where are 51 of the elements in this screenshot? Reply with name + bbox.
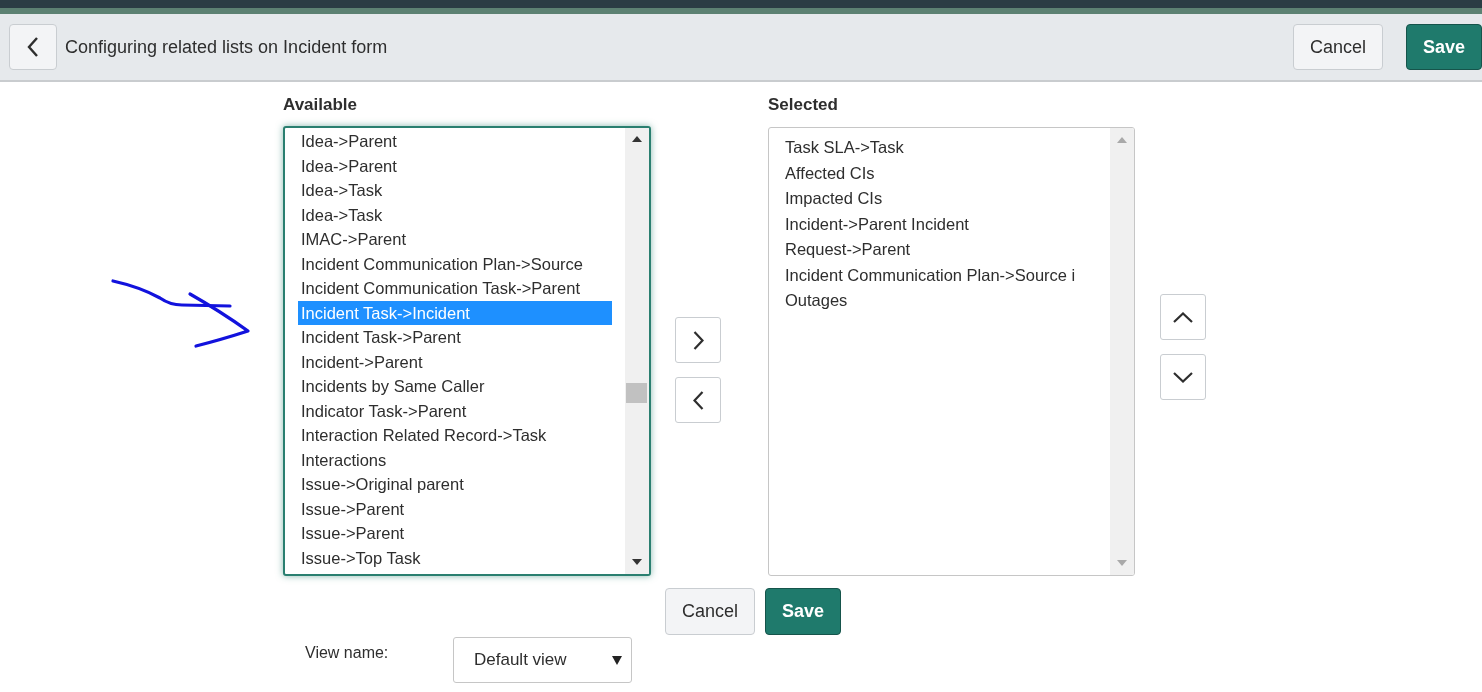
list-option[interactable]: Incident->Parent (298, 349, 612, 374)
chevron-left-icon (692, 390, 704, 410)
dropdown-caret-icon (612, 655, 622, 665)
list-option[interactable]: Request->Parent (782, 237, 1108, 263)
selected-label: Selected (768, 94, 839, 116)
save-button[interactable]: Save (765, 588, 842, 635)
list-option[interactable]: Incident Communication Task->Parent (298, 276, 612, 301)
list-option[interactable]: Idea->Task (298, 202, 612, 227)
chevron-left-icon (27, 37, 39, 57)
list-option[interactable]: Affected CIs (782, 160, 1108, 186)
list-option[interactable]: IMAC->Parent (298, 227, 612, 252)
cancel-button[interactable]: Cancel (665, 588, 756, 635)
move-down-button[interactable] (1160, 354, 1206, 400)
view-select[interactable]: Default view (453, 637, 632, 683)
list-option[interactable]: Task SLA->Task (782, 135, 1108, 161)
list-option[interactable]: Incident Task->Parent (298, 325, 612, 350)
list-option[interactable]: Impacted CIs (782, 186, 1108, 212)
scrollbar-thumb[interactable] (626, 383, 647, 403)
list-option[interactable]: Idea->Parent (298, 129, 612, 154)
remove-button[interactable] (675, 377, 721, 423)
list-option[interactable]: Issue->Original parent (298, 472, 612, 497)
list-option[interactable]: Idea->Task (298, 178, 612, 203)
selected-listbox[interactable]: Task SLA->Task Affected CIs Impacted CIs Incident->Parent Incident Request->Parent Incident Communication Plan->Source i Outages (768, 127, 1135, 576)
scroll-up-icon[interactable] (632, 136, 642, 142)
save-button[interactable]: Save (1405, 24, 1482, 70)
scrollbar[interactable] (625, 128, 649, 574)
list-option[interactable]: Indicator Task->Parent (298, 398, 612, 423)
move-up-button[interactable] (1160, 294, 1206, 340)
scroll-down-icon[interactable] (632, 559, 642, 565)
page-title: Configuring related lists on Incident form (65, 35, 388, 59)
list-option[interactable]: Incident->Parent Incident (782, 211, 1108, 237)
add-button[interactable] (675, 317, 721, 363)
list-option[interactable]: Incident Communication Plan->Source i (782, 262, 1108, 288)
view-name-label: View name: (305, 644, 389, 661)
list-option[interactable]: Interactions (298, 447, 612, 472)
list-option[interactable]: Interaction Related Record->Task (298, 423, 612, 448)
chevron-down-icon (1173, 371, 1193, 383)
hand-drawn-arrow-icon (110, 278, 252, 350)
list-option[interactable]: Issue->Top Task (298, 545, 612, 570)
back-button[interactable] (9, 24, 57, 70)
available-listbox[interactable] (283, 126, 651, 576)
list-option[interactable]: Incidents by Same Caller (298, 374, 612, 399)
list-option[interactable]: Issue->Parent (298, 496, 612, 521)
chevron-right-icon (692, 330, 704, 350)
list-option[interactable]: Incident Communication Plan->Source (298, 251, 612, 276)
list-option[interactable]: Idea->Parent (298, 153, 612, 178)
list-option[interactable]: Outages (782, 288, 1108, 314)
list-option[interactable]: Issue->Parent (298, 521, 612, 546)
chevron-up-icon (1173, 311, 1193, 323)
available-label: Available (283, 94, 359, 116)
cancel-button[interactable]: Cancel (1292, 24, 1383, 70)
